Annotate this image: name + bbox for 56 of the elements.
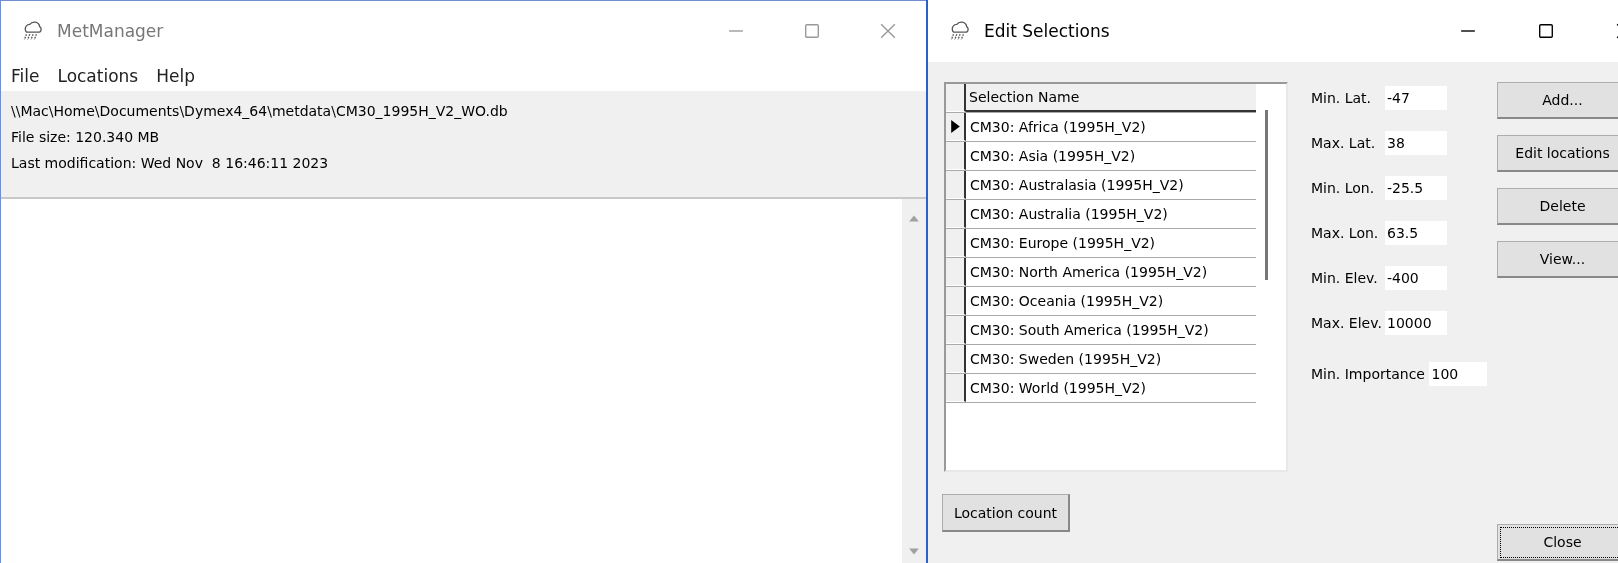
row-indicator[interactable] [946,316,966,344]
table-cell[interactable]: CM30: Europe (1995H_V2) [966,229,1256,257]
action-button[interactable]: Add... [1497,82,1618,119]
row-indicator[interactable] [946,287,966,315]
field-label: Min. Importance [1311,366,1426,382]
scrollbar-thumb[interactable] [1265,110,1268,280]
window-title: Edit Selections [984,21,1110,41]
rain-cloud-icon [948,20,970,42]
rain-cloud-icon [21,20,43,42]
menu-item[interactable]: File [11,64,40,88]
table-cell[interactable]: CM30: South America (1995H_V2) [966,316,1256,344]
row-indicator[interactable] [946,200,966,228]
column-header[interactable]: Selection Name [966,84,1256,112]
info-text: Last modification: Wed Nov 8 16:46:11 2023 [11,154,330,173]
table-cell[interactable]: CM30: World (1995H_V2) [966,374,1256,402]
table-cell[interactable]: CM30: North America (1995H_V2) [966,258,1256,286]
table-cell[interactable]: CM30: Africa (1995H_V2) [966,113,1256,141]
input-field[interactable]: 38 [1385,131,1447,155]
field-label: Max. Elev. [1311,315,1383,331]
row-indicator[interactable] [946,229,966,257]
table-cell[interactable]: CM30: Australia (1995H_V2) [966,200,1256,228]
action-button[interactable]: View... [1497,241,1618,278]
action-button[interactable]: Edit locations [1497,135,1618,172]
field-label: Min. Lon. [1311,180,1376,196]
maximize-icon[interactable] [1538,23,1554,39]
field-label: Min. Elev. [1311,270,1379,286]
table-cell[interactable]: CM30: Sweden (1995H_V2) [966,345,1256,373]
input-field[interactable]: -25.5 [1385,176,1447,200]
input-field[interactable]: 10000 [1385,311,1447,335]
input-field[interactable]: 63.5 [1385,221,1447,245]
row-indicator[interactable] [946,258,966,286]
row-indicator[interactable] [946,142,966,170]
menu-item[interactable]: Help [156,64,195,88]
action-button[interactable]: Delete [1497,188,1618,225]
window-title: MetManager [57,21,164,41]
field-label: Min. Lat. [1311,90,1373,106]
table-cell[interactable]: CM30: Oceania (1995H_V2) [966,287,1256,315]
menu-item[interactable]: Locations [57,64,139,88]
info-text: File size: 120.340 MB [11,128,161,147]
close-button[interactable]: Close [1497,524,1618,561]
row-indicator[interactable] [946,113,966,141]
close-icon[interactable] [880,23,896,39]
row-indicator[interactable] [946,374,966,402]
table-cell[interactable]: CM30: Australasia (1995H_V2) [966,171,1256,199]
row-indicator[interactable] [946,171,966,199]
info-text: \\Mac\Home\Documents\Dymex4_64\metdata\CM30_1995H_V2_WO.db [11,102,509,121]
current-row-icon [950,120,960,133]
header-corner [946,84,966,112]
table-cell[interactable]: CM30: Asia (1995H_V2) [966,142,1256,170]
field-label: Max. Lon. [1311,225,1380,241]
input-field[interactable]: 100 [1429,362,1487,386]
row-indicator[interactable] [946,345,966,373]
input-field[interactable]: -47 [1385,86,1447,110]
location-count-button[interactable]: Location count [942,494,1070,532]
input-field[interactable]: -400 [1385,266,1447,290]
field-label: Max. Lat. [1311,135,1377,151]
